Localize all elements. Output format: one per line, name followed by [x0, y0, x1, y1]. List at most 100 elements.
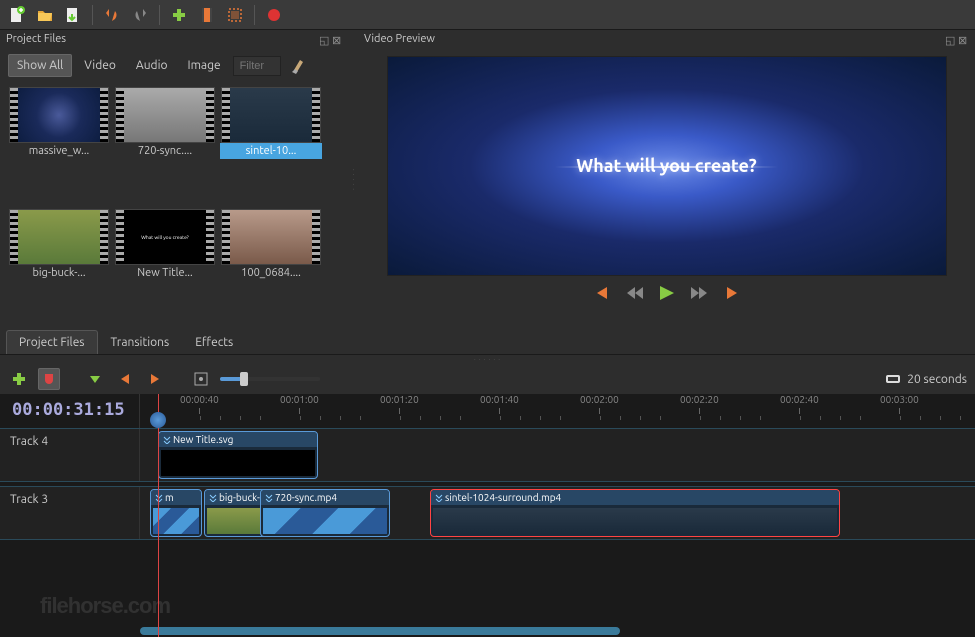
clip-thumb [153, 508, 199, 534]
tab-transitions[interactable]: Transitions [98, 330, 183, 354]
main-toolbar [0, 0, 975, 30]
project-files-panel: Project Files ◱ ⊠ Show All Video Audio I… [0, 30, 349, 330]
center-playhead-button[interactable] [190, 368, 212, 390]
file-label: New Title... [114, 265, 216, 281]
clip-title: 720-sync.mp4 [261, 490, 389, 505]
file-thumbnail [221, 209, 321, 265]
save-file-button[interactable] [62, 4, 84, 26]
time-ruler[interactable]: 00:00:31:15 00:00:40 00:01:00 00:01:20 00:0… [0, 394, 975, 428]
add-button[interactable] [168, 4, 190, 26]
timeline-clip[interactable]: New Title.svg [158, 431, 318, 479]
undo-button[interactable] [101, 4, 123, 26]
time-mark: 00:01:20 [380, 394, 419, 405]
zoom-slider[interactable] [220, 377, 320, 381]
file-item[interactable]: massive_w... [8, 87, 110, 205]
crop-button[interactable] [224, 4, 246, 26]
record-button[interactable] [263, 4, 285, 26]
open-file-button[interactable] [34, 4, 56, 26]
zoom-time-icon [885, 372, 901, 386]
clip-thumb [263, 508, 387, 534]
clip-thumb [161, 450, 315, 476]
watermark: filehorse.com [40, 593, 170, 619]
film-button[interactable] [196, 4, 218, 26]
main-split: Project Files ◱ ⊠ Show All Video Audio I… [0, 30, 975, 330]
zoom-label: 20 seconds [885, 372, 967, 386]
file-thumbnail [221, 87, 321, 143]
playhead[interactable] [158, 394, 159, 637]
project-tabs: Project Files Transitions Effects [0, 330, 975, 355]
timeline-clip[interactable]: 720-sync.mp4 [260, 489, 390, 537]
file-item[interactable]: big-buck-... [8, 209, 110, 327]
filter-video[interactable]: Video [76, 55, 124, 76]
time-mark: 00:01:40 [480, 394, 519, 405]
preview-video[interactable]: What will you create? [387, 56, 947, 276]
detach-icon[interactable]: ◱ [319, 34, 330, 45]
file-item[interactable]: What will you create? New Title... [114, 209, 216, 327]
track-header[interactable]: Track 3 [0, 487, 140, 539]
track-content[interactable]: m big-buck- 720-sync.mp4 sintel-1024-sur… [140, 487, 975, 539]
drag-handle[interactable]: · · · · · · [0, 355, 975, 364]
filter-show-all[interactable]: Show All [8, 54, 72, 77]
current-time: 00:00:31:15 [0, 394, 140, 428]
project-files-header: Project Files ◱ ⊠ [0, 30, 349, 48]
add-track-button[interactable] [8, 368, 30, 390]
tab-effects[interactable]: Effects [182, 330, 246, 354]
play-button[interactable] [657, 284, 677, 302]
snap-button[interactable] [38, 368, 60, 390]
timeline-toolbar: 20 seconds [0, 364, 975, 394]
file-thumbnail: What will you create? [115, 209, 215, 265]
timeline-scrollbar[interactable] [0, 625, 975, 637]
prev-marker-button[interactable] [114, 368, 136, 390]
time-mark: 00:02:20 [680, 394, 719, 405]
track-content[interactable]: New Title.svg [140, 429, 975, 481]
fast-forward-button[interactable] [689, 285, 709, 301]
file-item[interactable]: 100_0684.... [220, 209, 322, 327]
file-thumbnail [9, 87, 109, 143]
track-row: Track 4 New Title.svg [0, 428, 975, 482]
clear-filter-icon[interactable] [289, 56, 309, 76]
filter-audio[interactable]: Audio [128, 55, 176, 76]
file-label: 720-sync.... [114, 143, 216, 159]
time-mark: 00:02:40 [780, 394, 819, 405]
close-icon[interactable]: ⊠ [958, 34, 969, 45]
file-thumbnail [9, 209, 109, 265]
filter-bar: Show All Video Audio Image [0, 48, 349, 83]
file-grid: massive_w... 720-sync.... sintel-10... b… [0, 83, 349, 330]
redo-button[interactable] [129, 4, 151, 26]
timeline: 00:00:31:15 00:00:40 00:01:00 00:01:20 00:0… [0, 394, 975, 637]
clip-title: New Title.svg [159, 432, 317, 447]
timeline-clip[interactable]: sintel-1024-surround.mp4 [430, 489, 840, 537]
jump-end-button[interactable] [721, 285, 741, 301]
marker-button[interactable] [84, 368, 106, 390]
filter-image[interactable]: Image [180, 55, 229, 76]
clip-title: sintel-1024-surround.mp4 [431, 490, 839, 505]
file-item[interactable]: 720-sync.... [114, 87, 216, 205]
track-header[interactable]: Track 4 [0, 429, 140, 481]
clip-thumb [433, 508, 837, 534]
file-label: massive_w... [8, 143, 110, 159]
tab-project-files[interactable]: Project Files [6, 330, 98, 354]
next-marker-button[interactable] [144, 368, 166, 390]
close-icon[interactable]: ⊠ [332, 34, 343, 45]
rewind-button[interactable] [625, 285, 645, 301]
playback-controls [585, 276, 749, 310]
file-label: 100_0684.... [220, 265, 322, 281]
file-thumbnail [115, 87, 215, 143]
file-label: sintel-10... [220, 143, 322, 159]
filter-input[interactable] [233, 56, 281, 76]
time-mark: 00:01:00 [280, 394, 319, 405]
time-mark: 00:02:00 [580, 394, 619, 405]
new-file-button[interactable] [6, 4, 28, 26]
project-files-title: Project Files [6, 33, 66, 45]
jump-start-button[interactable] [593, 285, 613, 301]
time-mark: 00:03:00 [880, 394, 919, 405]
time-mark: 00:00:40 [180, 394, 219, 405]
file-item[interactable]: sintel-10... [220, 87, 322, 205]
video-preview-header: Video Preview ◱ ⊠ [358, 30, 975, 48]
preview-container: What will you create? [358, 48, 975, 330]
video-preview-title: Video Preview [364, 33, 435, 45]
track-row: Track 3 m big-buck- 720-sync.mp4 sintel-… [0, 486, 975, 540]
file-label: big-buck-... [8, 265, 110, 281]
detach-icon[interactable]: ◱ [945, 34, 956, 45]
video-preview-panel: Video Preview ◱ ⊠ What will you create? [358, 30, 975, 330]
